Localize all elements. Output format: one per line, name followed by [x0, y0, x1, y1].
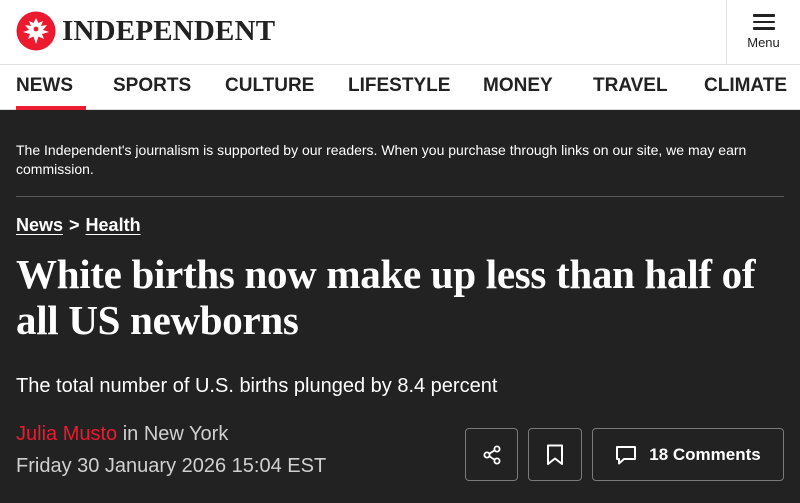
hamburger-menu-icon	[752, 14, 775, 30]
breadcrumb-link-health[interactable]: Health	[86, 215, 141, 235]
publish-date: Friday 30 January 2026 15:04 EST	[16, 455, 327, 477]
article-headline: White births now make up less than half …	[16, 251, 756, 343]
comment-icon	[616, 445, 637, 464]
nav-item-lifestyle[interactable]: LIFESTYLE	[348, 65, 450, 110]
article-standfirst: The total number of U.S. births plunged …	[16, 375, 498, 397]
breadcrumb: News > Health	[16, 215, 141, 236]
affiliate-disclaimer: The Independent's journalism is supporte…	[16, 142, 747, 177]
breadcrumb-separator: >	[69, 215, 80, 235]
comments-button[interactable]: 18 Comments	[592, 428, 784, 481]
main-nav: NEWS SPORTS CULTURE LIFESTYLE MONEY TRAV…	[0, 65, 800, 110]
nav-item-news[interactable]: NEWS	[16, 65, 86, 110]
share-button[interactable]	[465, 428, 518, 481]
independent-eagle-icon	[16, 11, 56, 51]
comments-count-label: 18 Comments	[649, 444, 761, 464]
breadcrumb-link-news[interactable]: News	[16, 215, 63, 235]
byline: Julia Musto in New York	[16, 423, 228, 446]
author-link[interactable]: Julia Musto	[16, 423, 117, 445]
nav-item-sports[interactable]: SPORTS	[113, 65, 191, 110]
share-icon	[483, 445, 500, 464]
bookmark-icon	[547, 444, 563, 465]
site-logo[interactable]: INDEPENDENT	[16, 11, 275, 51]
nav-item-climate[interactable]: CLIMATE	[704, 65, 787, 110]
menu-label: Menu	[747, 35, 780, 50]
nav-item-money[interactable]: MONEY	[483, 65, 553, 110]
bookmark-button[interactable]	[528, 428, 582, 481]
nav-item-culture[interactable]: CULTURE	[225, 65, 314, 110]
divider	[16, 196, 784, 197]
site-header: INDEPENDENT Menu	[0, 0, 800, 65]
nav-item-travel[interactable]: TRAVEL	[593, 65, 668, 110]
menu-button[interactable]: Menu	[726, 0, 800, 64]
byline-location: in New York	[117, 423, 229, 445]
logo-wordmark: INDEPENDENT	[62, 14, 276, 47]
